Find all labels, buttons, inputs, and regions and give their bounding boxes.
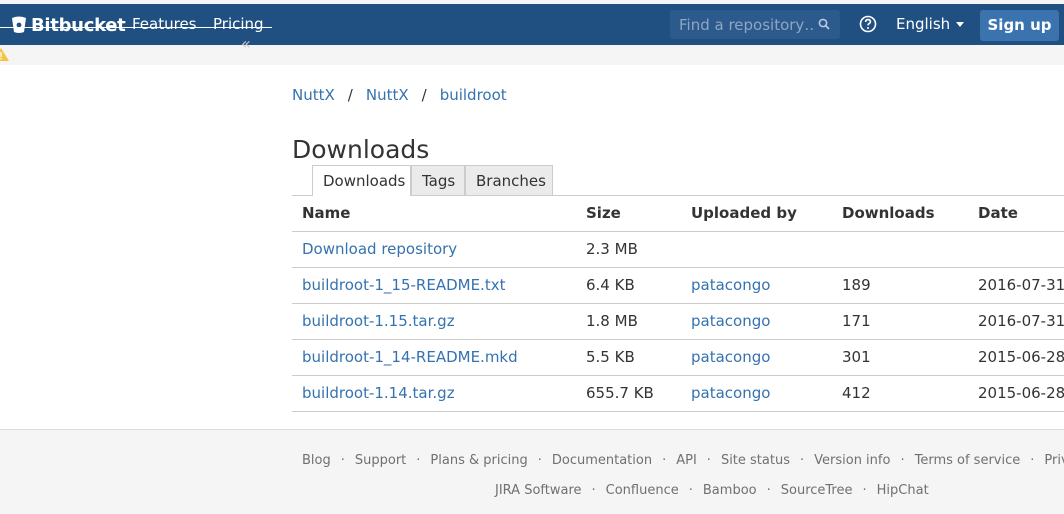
footer-link-version-info[interactable]: Version info: [814, 453, 890, 468]
footer-separator: ·: [662, 453, 667, 468]
footer-link-confluence[interactable]: Confluence: [606, 483, 679, 498]
bitbucket-bucket-icon: [12, 16, 26, 33]
breadcrumb-separator: /: [421, 86, 427, 104]
upload-date: 2016-07-31: [978, 312, 1064, 330]
download-count: 412: [842, 384, 871, 402]
header-size[interactable]: Size: [586, 196, 621, 231]
footer-separator: ·: [688, 483, 693, 498]
file-size: 655.7 KB: [586, 384, 654, 402]
breadcrumb-owner[interactable]: NuttX: [292, 86, 335, 104]
page-title: Downloads: [292, 135, 430, 164]
table-row: buildroot-1_15-README.txt 6.4 KB patacon…: [292, 268, 1064, 304]
nav-pricing[interactable]: Pricing: [213, 15, 264, 33]
header-name[interactable]: Name: [302, 196, 350, 231]
footer-link-terms[interactable]: Terms of service: [915, 453, 1021, 468]
search-icon[interactable]: [818, 18, 830, 30]
footer-separator: ·: [862, 483, 867, 498]
tab-branches[interactable]: Branches: [465, 165, 553, 195]
breadcrumb: NuttX / NuttX / buildroot: [292, 86, 507, 104]
file-link[interactable]: Download repository: [302, 232, 457, 267]
footer-link-api[interactable]: API: [676, 453, 697, 468]
upload-date: 2015-06-28: [978, 348, 1064, 366]
nav-features[interactable]: Features: [132, 15, 197, 33]
breadcrumb-project[interactable]: NuttX: [366, 86, 409, 104]
download-count: 171: [842, 312, 871, 330]
site-footer: Blog · Support · Plans & pricing · Docum…: [0, 429, 1064, 514]
header-uploaded-by[interactable]: Uploaded by: [691, 196, 797, 231]
table-row: buildroot-1_14-README.mkd 5.5 KB patacon…: [292, 340, 1064, 376]
tab-downloads[interactable]: Downloads: [312, 165, 411, 196]
table-header-row: Name Size Uploaded by Downloads Date: [292, 196, 1064, 232]
footer-link-bamboo[interactable]: Bamboo: [703, 483, 757, 498]
warning-icon: [0, 48, 9, 61]
footer-separator: ·: [766, 483, 771, 498]
uploader-link[interactable]: patacongo: [691, 268, 770, 303]
footer-separator: ·: [340, 453, 345, 468]
upload-date: 2015-06-28: [978, 384, 1064, 402]
uploader-link[interactable]: patacongo: [691, 340, 770, 375]
footer-separator: ·: [799, 453, 805, 468]
footer-separator: ·: [900, 453, 905, 468]
header-date[interactable]: Date: [978, 196, 1018, 231]
downloads-table: Name Size Uploaded by Downloads Date Dow…: [292, 196, 1064, 412]
language-label: English: [896, 15, 951, 33]
collapse-sidebar-icon[interactable]: «: [241, 34, 251, 53]
help-icon[interactable]: [859, 15, 877, 33]
footer-link-blog[interactable]: Blog: [302, 453, 331, 468]
signup-button[interactable]: Sign up: [980, 10, 1059, 41]
file-size: 6.4 KB: [586, 276, 635, 294]
footer-link-site-status[interactable]: Site status: [721, 453, 790, 468]
footer-separator: ·: [537, 453, 542, 468]
footer-link-plans-pricing[interactable]: Plans & pricing: [430, 453, 527, 468]
footer-link-hipchat[interactable]: HipChat: [877, 483, 929, 498]
uploader-link[interactable]: patacongo: [691, 376, 770, 411]
repository-search: [670, 10, 840, 39]
strike-line: [0, 27, 272, 28]
file-link[interactable]: buildroot-1.14.tar.gz: [302, 376, 455, 411]
site-header: Bitbucket Features Pricing English Sign …: [0, 4, 1064, 45]
file-link[interactable]: buildroot-1.15.tar.gz: [302, 304, 455, 339]
footer-link-support[interactable]: Support: [355, 453, 406, 468]
breadcrumb-repo[interactable]: buildroot: [440, 86, 507, 104]
tab-tags[interactable]: Tags: [411, 165, 465, 195]
search-input[interactable]: [679, 10, 814, 39]
footer-separator: ·: [706, 453, 711, 468]
chevron-down-icon: [956, 21, 965, 27]
footer-link-sourcetree[interactable]: SourceTree: [781, 483, 853, 498]
file-size: 5.5 KB: [586, 348, 635, 366]
file-link[interactable]: buildroot-1_14-README.mkd: [302, 340, 518, 375]
footer-link-jira[interactable]: JIRA Software: [495, 483, 582, 498]
file-link[interactable]: buildroot-1_15-README.txt: [302, 268, 505, 303]
footer-link-privacy[interactable]: Privac: [1044, 453, 1064, 468]
notice-strip: [0, 45, 1064, 65]
footer-separator: ·: [416, 453, 421, 468]
brand-name: Bitbucket: [31, 14, 126, 36]
bitbucket-logo[interactable]: Bitbucket: [11, 14, 126, 36]
table-row: Download repository 2.3 MB: [292, 232, 1064, 268]
downloads-tabs: Downloads Tags Branches: [292, 165, 1064, 196]
footer-links-products: JIRA Software · Confluence · Bamboo · So…: [495, 483, 929, 498]
language-selector[interactable]: English: [896, 15, 965, 33]
footer-separator: ·: [1030, 453, 1035, 468]
upload-date: 2016-07-31: [978, 276, 1064, 294]
download-count: 301: [842, 348, 871, 366]
header-downloads[interactable]: Downloads: [842, 196, 935, 231]
table-row: buildroot-1.14.tar.gz 655.7 KB patacongo…: [292, 376, 1064, 412]
download-count: 189: [842, 276, 871, 294]
breadcrumb-separator: /: [347, 86, 353, 104]
footer-separator: ·: [591, 483, 596, 498]
file-size: 1.8 MB: [586, 312, 638, 330]
footer-link-documentation[interactable]: Documentation: [552, 453, 652, 468]
file-size: 2.3 MB: [586, 240, 638, 258]
uploader-link[interactable]: patacongo: [691, 304, 770, 339]
table-row: buildroot-1.15.tar.gz 1.8 MB patacongo 1…: [292, 304, 1064, 340]
footer-links-primary: Blog · Support · Plans & pricing · Docum…: [302, 453, 1064, 468]
